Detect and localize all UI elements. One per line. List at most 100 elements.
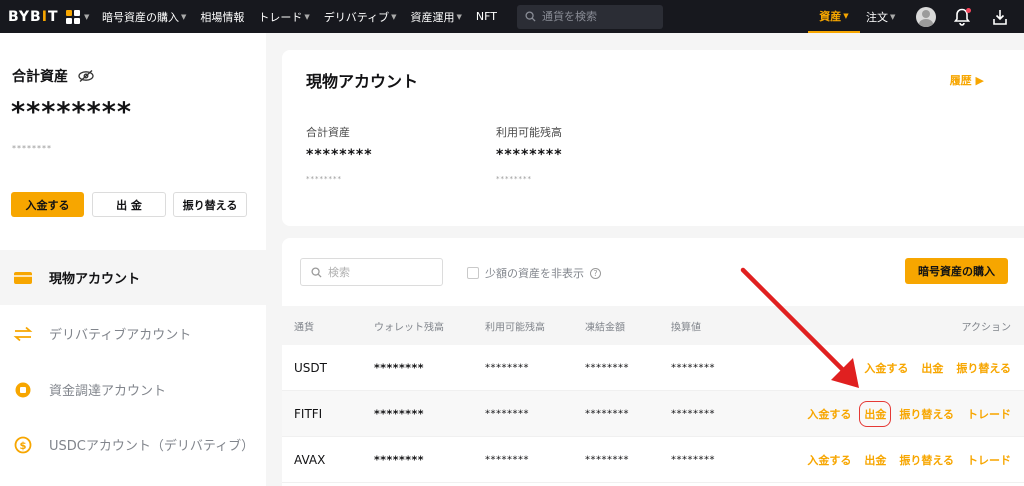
nav-assets-label: 資産 (819, 9, 842, 23)
download-icon (993, 9, 1007, 25)
apps-menu-button[interactable]: ▼ (66, 7, 90, 27)
frozen-amount: ******** (585, 454, 629, 465)
sidebar-item-label: デリバティブアカウント (49, 328, 192, 343)
available-balance: ******** (485, 362, 529, 373)
nav-item-nft[interactable]: NFT (476, 10, 497, 23)
spot-summary-card: 現物アカウント 履歴 ▶ 合計資産 ******** ******** 利用可能… (282, 50, 1024, 226)
header-available-balance: 利用可能残高 (485, 322, 545, 333)
row-trade-link[interactable]: トレード (967, 406, 1011, 422)
row-deposit-link[interactable]: 入金する (864, 360, 908, 376)
total-assets-label: 合計資産 (12, 69, 68, 85)
wallet-balance: ******** (374, 407, 425, 420)
converted-value: ******** (671, 408, 715, 419)
nav-assets-menu[interactable]: 資産 ▼ (808, 0, 860, 33)
history-link[interactable]: 履歴 ▶ (950, 72, 984, 88)
header-frozen-amount: 凍結金額 (585, 322, 625, 333)
wallet-balance: ******** (374, 361, 425, 374)
sidebar-item-usdc-account[interactable]: $ USDCアカウント（デリバティブ） (0, 417, 266, 472)
swap-arrows-icon (13, 324, 33, 344)
sidebar-item-derivatives-account[interactable]: デリバティブアカウント (0, 306, 266, 361)
sidebar-item-funding-account[interactable]: 資金調達アカウント (0, 362, 266, 417)
converted-value: ******** (671, 362, 715, 373)
sidebar-item-spot-account[interactable]: 現物アカウント (0, 250, 266, 305)
row-transfer-link[interactable]: 振り替える (899, 406, 954, 422)
table-row: FITFI ******** ******** ******** *******… (282, 391, 1024, 437)
nav-item-label: 暗号資産の購入 (102, 10, 179, 24)
row-deposit-link[interactable]: 入金する (807, 406, 851, 422)
nav-item-earn[interactable]: 資産運用 ▼ (411, 9, 462, 25)
header-converted-value: 換算値 (671, 322, 701, 333)
header-actions: アクション (961, 322, 1012, 333)
user-avatar[interactable] (916, 6, 936, 27)
funding-coin-icon (13, 380, 33, 400)
bybit-logo[interactable]: BYBIT (8, 9, 62, 25)
summary-total-sub: ******** (306, 175, 342, 183)
chevron-down-icon: ▼ (181, 12, 187, 21)
hide-small-label: 少額の資産を非表示 (485, 267, 584, 280)
total-assets-sub-value: ******** (12, 144, 52, 153)
nav-item-label: NFT (475, 10, 497, 23)
available-balance: ******** (485, 454, 529, 465)
deposit-button[interactable]: 入金する (11, 192, 84, 217)
chevron-down-icon: ▼ (304, 12, 310, 21)
nav-search-input[interactable] (542, 10, 652, 23)
row-withdraw-link[interactable]: 出金 (859, 400, 892, 427)
available-balance: ******** (485, 408, 529, 419)
nav-search-box[interactable] (517, 4, 663, 29)
eye-off-icon[interactable] (78, 70, 94, 82)
hide-small-assets-toggle[interactable]: 少額の資産を非表示 ? (467, 265, 601, 281)
logo-text-a: BYB (8, 8, 42, 25)
total-assets-heading: 合計資産 (12, 66, 94, 86)
download-button[interactable] (992, 8, 1008, 26)
asset-search-input[interactable] (328, 265, 438, 279)
row-transfer-link[interactable]: 振り替える (956, 360, 1011, 376)
buy-crypto-button[interactable]: 暗号資産の購入 (905, 258, 1008, 284)
chevron-down-icon: ▼ (84, 12, 90, 21)
nav-item-buy-crypto[interactable]: 暗号資産の購入 ▼ (102, 9, 186, 25)
nav-item-markets[interactable]: 相場情報 (200, 9, 244, 25)
nav-orders-label: 注文 (866, 10, 888, 24)
nav-item-label: 資産運用 (410, 10, 455, 24)
row-withdraw-link[interactable]: 出金 (864, 452, 886, 468)
nav-item-derivatives[interactable]: デリバティブ ▼ (324, 9, 397, 25)
help-icon[interactable]: ? (590, 267, 601, 279)
withdraw-button[interactable]: 出 金 (92, 192, 166, 217)
nav-orders-menu[interactable]: 注文 ▼ (866, 9, 906, 25)
summary-available-label: 利用可能残高 (496, 126, 562, 139)
asset-search-box[interactable] (300, 258, 443, 286)
sidebar-item-label: USDCアカウント（デリバティブ） (49, 439, 255, 454)
row-actions: 入金する 出金 振り替える トレード (807, 400, 1011, 427)
apps-grid-icon (66, 9, 80, 24)
table-row: USDT ******** ******** ******** ********… (282, 345, 1024, 391)
chevron-down-icon: ▼ (456, 12, 462, 21)
row-deposit-link[interactable]: 入金する (807, 452, 851, 468)
row-transfer-link[interactable]: 振り替える (899, 452, 954, 468)
wallet-balance: ******** (374, 453, 425, 466)
search-icon (311, 266, 322, 278)
coin-name: USDT (294, 360, 327, 375)
row-actions: 入金する 出金 振り替える (864, 360, 1011, 376)
usdc-coin-icon: $ (13, 435, 33, 455)
summary-total-value: ******** (306, 147, 373, 163)
sidebar-item-label: 現物アカウント (49, 272, 141, 287)
row-withdraw-link[interactable]: 出金 (921, 360, 943, 376)
nav-item-label: 相場情報 (200, 10, 245, 24)
notifications-button[interactable] (953, 7, 971, 26)
chevron-down-icon: ▼ (391, 12, 397, 21)
hide-small-checkbox[interactable] (467, 267, 479, 279)
summary-available-value: ******** (496, 147, 563, 163)
row-trade-link[interactable]: トレード (967, 452, 1011, 468)
nav-item-trade[interactable]: トレード ▼ (258, 9, 309, 25)
left-panel: 合計資産 ******** ******** 入金する 出 金 振り替える 現物… (0, 33, 266, 486)
summary-total-label: 合計資産 (306, 126, 350, 139)
notification-dot (966, 7, 971, 13)
caret-right-icon: ▶ (975, 74, 984, 87)
transfer-button[interactable]: 振り替える (173, 192, 247, 217)
summary-available-sub: ******** (496, 175, 532, 183)
frozen-amount: ******** (585, 362, 629, 373)
header-wallet-balance: ウォレット残高 (374, 322, 444, 333)
coin-name: AVAX (294, 452, 326, 467)
svg-text:$: $ (20, 441, 27, 452)
history-label: 履歴 (949, 74, 972, 87)
table-row: AVAX ******** ******** ******** ********… (282, 437, 1024, 483)
